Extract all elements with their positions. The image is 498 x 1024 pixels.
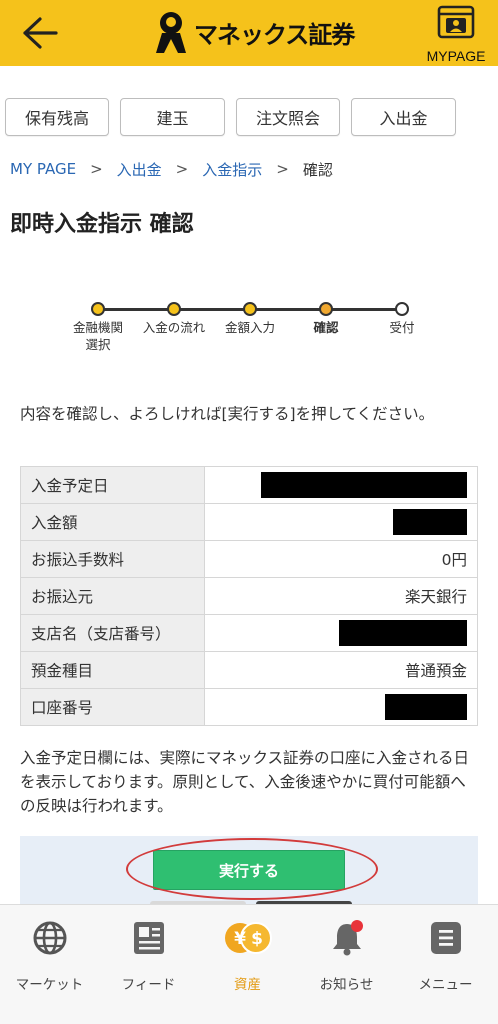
page-title: 即時入金指示 確認 bbox=[10, 212, 194, 237]
monex-mascot-icon bbox=[156, 12, 186, 53]
nav-label: メニュー bbox=[418, 977, 473, 993]
app-header: マネックス証券 MYPAGE bbox=[0, 0, 498, 66]
deposit-details-table: 入金予定日 入金額 お振込手数料 0円 お振込元 楽天銀行 支店名（支店番号） … bbox=[20, 466, 478, 726]
row-value bbox=[204, 466, 478, 504]
tab-holdings[interactable]: 保有残高 bbox=[5, 98, 109, 136]
svg-text:¥: ¥ bbox=[234, 929, 246, 949]
globe-icon bbox=[33, 921, 67, 955]
monex-logo[interactable]: マネックス証券 bbox=[152, 8, 355, 56]
row-label: 預金種目 bbox=[20, 651, 205, 689]
table-row: 口座番号 bbox=[20, 688, 478, 726]
nav-assets[interactable]: ¥ $ 資産 bbox=[198, 917, 297, 997]
table-row: お振込手数料 0円 bbox=[20, 540, 478, 578]
newspaper-icon bbox=[134, 922, 164, 954]
row-label: お振込元 bbox=[20, 577, 205, 615]
tab-deposit-withdraw[interactable]: 入出金 bbox=[351, 98, 456, 136]
row-label: 入金予定日 bbox=[20, 466, 205, 504]
row-label: お振込手数料 bbox=[20, 540, 205, 578]
mypage-icon bbox=[437, 5, 475, 39]
breadcrumb-deposit-instruction[interactable]: 入金指示 bbox=[202, 159, 262, 180]
row-label: 支店名（支店番号） bbox=[20, 614, 205, 652]
step-dot bbox=[395, 302, 409, 316]
breadcrumb-separator: > bbox=[90, 160, 103, 178]
breadcrumb-mypage[interactable]: MY PAGE bbox=[10, 160, 76, 178]
breadcrumb-deposit-withdraw[interactable]: 入出金 bbox=[117, 159, 162, 180]
step-dot bbox=[167, 302, 181, 316]
nav-label: お知らせ bbox=[319, 977, 374, 993]
redaction-bar bbox=[385, 694, 467, 720]
redaction-bar bbox=[393, 509, 467, 535]
nav-market[interactable]: マーケット bbox=[0, 917, 99, 997]
nav-feed[interactable]: フィード bbox=[99, 917, 198, 997]
row-value bbox=[204, 503, 478, 541]
yen-dollar-coins-icon: ¥ $ bbox=[225, 922, 272, 954]
step-label: 受付 bbox=[389, 320, 415, 335]
logo-text: マネックス証券 bbox=[194, 20, 355, 49]
breadcrumb-separator: > bbox=[175, 160, 189, 178]
row-value: 0円 bbox=[204, 540, 478, 578]
tab-order-inquiry[interactable]: 注文照会 bbox=[236, 98, 340, 136]
table-row: 入金額 bbox=[20, 503, 478, 541]
back-button[interactable] bbox=[18, 13, 62, 53]
step-dot bbox=[319, 302, 333, 316]
nav-notices[interactable]: お知らせ bbox=[297, 917, 396, 997]
table-row: 預金種目 普通預金 bbox=[20, 651, 478, 689]
table-row: 支店名（支店番号） bbox=[20, 614, 478, 652]
row-label: 口座番号 bbox=[20, 688, 205, 726]
step-dot bbox=[243, 302, 257, 316]
row-label: 入金額 bbox=[20, 503, 205, 541]
menu-icon bbox=[431, 922, 461, 954]
step-dot bbox=[91, 302, 105, 316]
mypage-label: MYPAGE bbox=[426, 48, 486, 64]
table-row: 入金予定日 bbox=[20, 466, 478, 504]
execute-button[interactable]: 実行する bbox=[153, 850, 345, 890]
bottom-nav: マーケット フィード ¥ $ 資産 お知らせ メニュー bbox=[0, 904, 498, 1024]
action-area: 実行する bbox=[20, 836, 478, 906]
row-value bbox=[204, 614, 478, 652]
quick-tabs: 保有残高 建玉 注文照会 入出金 bbox=[0, 98, 498, 136]
row-value: 普通預金 bbox=[204, 651, 478, 689]
redaction-bar bbox=[261, 472, 467, 498]
breadcrumb-current: 確認 bbox=[302, 160, 333, 179]
breadcrumb: MY PAGE > 入出金 > 入金指示 > 確認 bbox=[10, 158, 333, 180]
row-value: 楽天銀行 bbox=[204, 577, 478, 615]
mypage-button[interactable]: MYPAGE bbox=[418, 4, 494, 64]
deposit-date-note: 入金予定日欄には、実際にマネックス証券の口座に入金される日を表示しております。原… bbox=[20, 749, 470, 815]
redaction-bar bbox=[339, 620, 467, 646]
progress-stepper: 金融機関 選択 入金の流れ 金額入力 確認 受付 bbox=[60, 300, 440, 356]
nav-label: フィード bbox=[121, 977, 176, 993]
instruction-text: 内容を確認し、よろしければ[実行する]を押してください。 bbox=[20, 405, 435, 423]
nav-label: 資産 bbox=[234, 977, 261, 993]
svg-text:$: $ bbox=[251, 929, 263, 949]
tab-positions[interactable]: 建玉 bbox=[120, 98, 225, 136]
back-arrow-icon bbox=[23, 17, 58, 49]
table-row: お振込元 楽天銀行 bbox=[20, 577, 478, 615]
bell-icon bbox=[333, 920, 363, 956]
nav-label: マーケット bbox=[15, 977, 84, 993]
row-value bbox=[204, 688, 478, 726]
breadcrumb-separator: > bbox=[276, 160, 289, 178]
nav-menu[interactable]: メニュー bbox=[396, 917, 495, 997]
